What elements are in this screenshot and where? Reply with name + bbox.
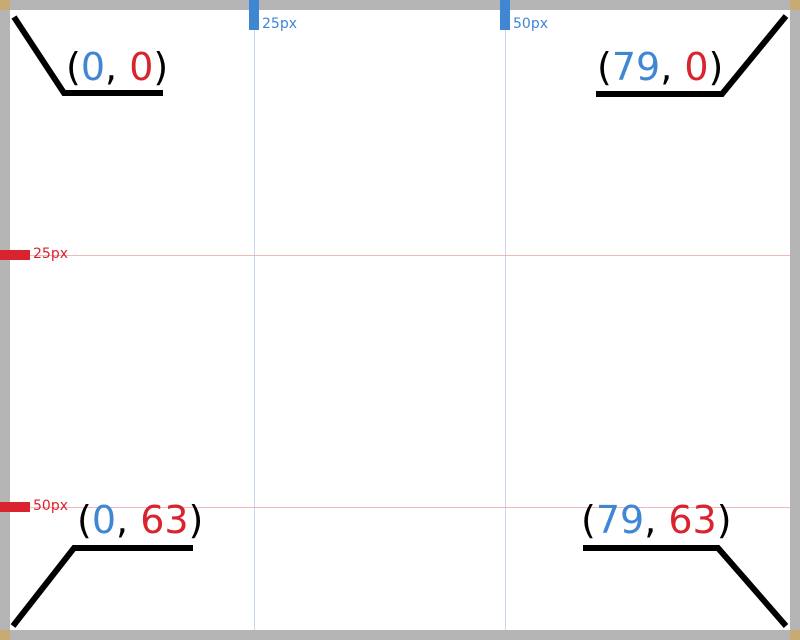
- coord-y: 0: [129, 45, 154, 89]
- coord-label-top-left: (0, 0): [66, 45, 169, 89]
- coord-label-bottom-right: (79, 63): [581, 498, 732, 542]
- coord-x: 79: [611, 45, 661, 89]
- coord-x: 0: [91, 498, 117, 542]
- diagram-frame: 25px 50px 25px 50px (0, 0) (79, 0) (0, 6…: [0, 0, 800, 640]
- bracket-bottom-right: [583, 545, 789, 628]
- coord-y: 63: [140, 498, 189, 542]
- bracket-bottom-left: [10, 545, 193, 628]
- coord-y: 0: [684, 45, 709, 89]
- coord-label-bottom-left: (0, 63): [77, 498, 204, 542]
- coord-x: 0: [80, 45, 106, 89]
- coord-label-top-right: (79, 0): [597, 45, 724, 89]
- coord-x: 79: [595, 498, 645, 542]
- corner-brackets: [10, 14, 789, 628]
- coord-y: 63: [668, 498, 717, 542]
